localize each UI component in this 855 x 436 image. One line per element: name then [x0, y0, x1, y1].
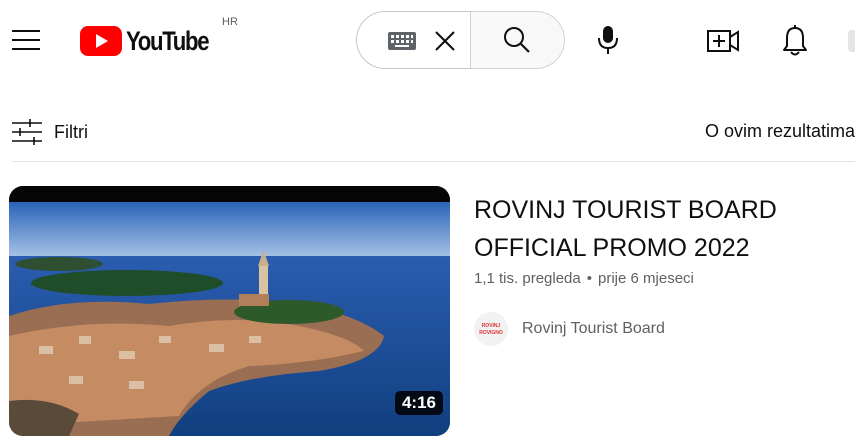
upload-age: prije 6 mjeseci — [598, 270, 694, 287]
video-thumbnail[interactable]: 4:16 — [9, 186, 450, 436]
close-icon[interactable] — [432, 28, 458, 54]
youtube-logo[interactable]: YouTube — [80, 24, 226, 58]
filters-label: Filtri — [54, 121, 88, 142]
account-button-partial[interactable] — [848, 30, 855, 52]
microphone-icon[interactable] — [593, 24, 623, 56]
region-code: HR — [222, 16, 238, 28]
divider — [12, 161, 855, 162]
video-duration-badge: 4:16 — [394, 391, 443, 415]
filters-button[interactable]: Filtri — [12, 118, 88, 146]
view-count: 1,1 tis. pregleda — [474, 270, 581, 287]
channel-avatar[interactable]: ROVINJ ROVIGNO — [474, 312, 508, 346]
channel-link[interactable]: ROVINJ ROVIGNO Rovinj Tourist Board — [474, 312, 665, 346]
keyboard-icon[interactable] — [388, 32, 416, 50]
video-metadata: 1,1 tis. pregleda • prije 6 mjeseci — [474, 270, 694, 287]
hamburger-menu-icon[interactable] — [12, 27, 40, 53]
thumbnail-image — [9, 186, 450, 436]
video-title[interactable]: ROVINJ TOURIST BOARD OFFICIAL PROMO 2022 — [474, 191, 834, 267]
filter-sliders-icon — [12, 119, 42, 145]
search-icon — [504, 27, 530, 53]
create-video-icon[interactable] — [706, 27, 740, 55]
metadata-separator: • — [586, 270, 593, 287]
channel-name[interactable]: Rovinj Tourist Board — [522, 320, 665, 338]
logo-wordmark: YouTube — [126, 25, 210, 56]
youtube-play-logo-icon — [80, 26, 122, 56]
bell-icon[interactable] — [780, 24, 810, 58]
about-results-link[interactable]: O ovim rezultatima — [705, 121, 855, 142]
